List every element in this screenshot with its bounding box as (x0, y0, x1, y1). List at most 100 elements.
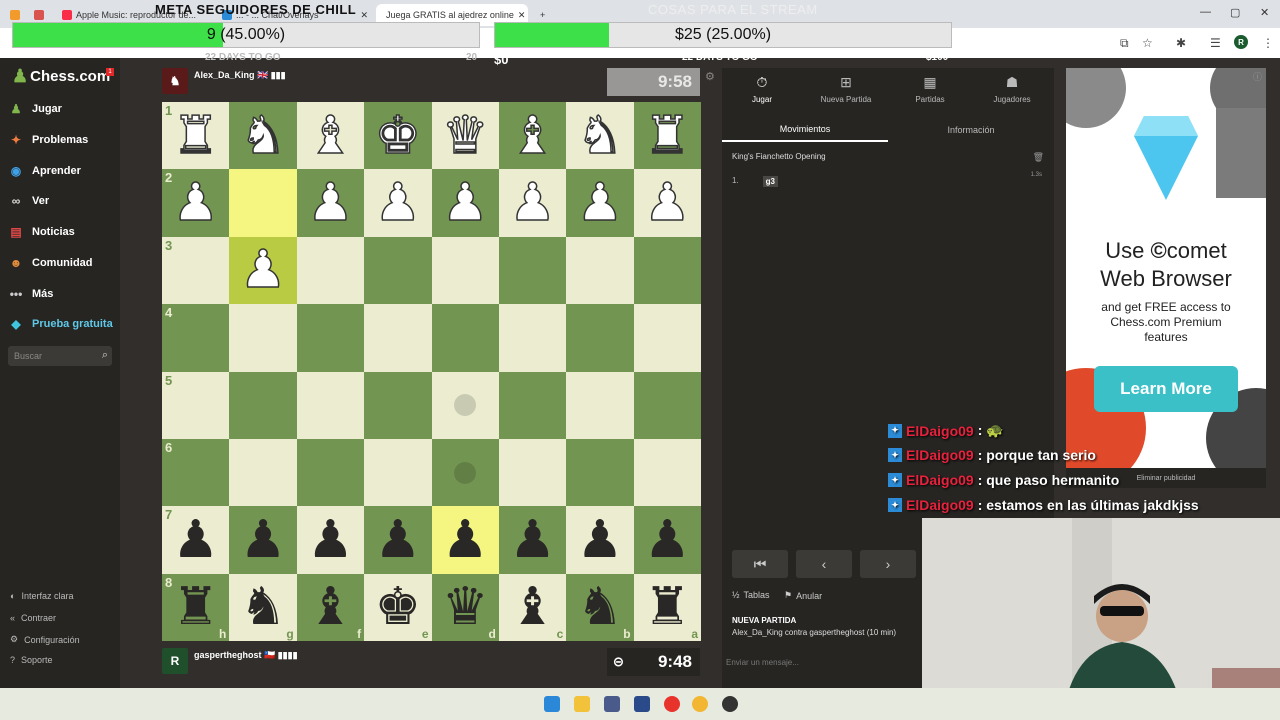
board-square[interactable] (633, 371, 701, 439)
board-square[interactable]: ♚ e (364, 573, 432, 641)
board-square[interactable]: ♟ (229, 506, 297, 574)
black-pawn-piece[interactable]: ♟ (172, 514, 219, 566)
maximize-icon[interactable]: ▢ (1230, 6, 1240, 19)
board-square[interactable] (566, 236, 634, 305)
board-square[interactable] (431, 371, 499, 439)
board-square[interactable]: ♛ (431, 102, 499, 170)
board-square[interactable]: ♟ (498, 506, 567, 574)
abort-button[interactable]: ⚑ Anular (784, 590, 822, 601)
chrome-icon[interactable] (692, 696, 708, 712)
legal-move-dot[interactable] (454, 394, 477, 417)
white-pawn-piece[interactable]: ♟ (306, 176, 354, 230)
black-knight-piece[interactable]: ♞ (577, 581, 624, 633)
board-square[interactable]: ♟ (296, 169, 365, 237)
obs-icon[interactable] (722, 696, 738, 712)
board-square[interactable] (364, 304, 432, 372)
editor-icon[interactable] (634, 696, 650, 712)
board-square[interactable]: ♝ (498, 102, 567, 170)
board-square[interactable]: ♜ a (633, 573, 701, 641)
black-pawn-piece[interactable]: ♟ (644, 514, 691, 566)
black-pawn-piece[interactable]: ♟ (307, 514, 354, 566)
board-square[interactable]: ♚ (364, 102, 432, 170)
tab-jugar[interactable]: ⏱ Jugar (722, 74, 802, 104)
board-square[interactable]: ♟ (633, 506, 701, 574)
close-icon[interactable]: ✕ (518, 10, 526, 21)
white-king-piece[interactable]: ♚ (374, 109, 422, 163)
board-square[interactable]: ♝ f (296, 573, 365, 641)
board-square[interactable]: ♞ (229, 102, 297, 170)
board-square[interactable]: ♟ (296, 506, 365, 574)
tab-movimientos[interactable]: Movimientos (722, 118, 888, 142)
white-pawn-piece[interactable]: ♟ (239, 244, 287, 298)
board-square[interactable]: 3 (162, 236, 230, 305)
board-square[interactable] (566, 438, 634, 507)
sidebar-item-ver[interactable]: ∞ Ver (8, 193, 49, 209)
board-square[interactable]: ♟ (566, 169, 634, 237)
board-square[interactable]: 4 (162, 304, 230, 372)
black-pawn-piece[interactable]: ♟ (240, 514, 287, 566)
board-square[interactable] (229, 304, 297, 372)
bottom-player[interactable]: R gaspertheghost 🇨🇱 ▮▮▮▮ (162, 648, 298, 674)
sidebar-item-aprender[interactable]: ◉ Aprender (8, 163, 81, 179)
board-square[interactable] (431, 438, 499, 507)
board-square[interactable] (498, 236, 567, 305)
board-square[interactable]: 5 (162, 371, 230, 439)
install-icon[interactable]: ⧉ (1120, 36, 1129, 51)
board-square[interactable]: ♟ (566, 506, 634, 574)
profile-avatar[interactable]: R (1234, 35, 1248, 49)
windows-start-icon[interactable] (544, 696, 560, 712)
menu-icon[interactable]: ⋮ (1262, 36, 1274, 50)
tab-partidas[interactable]: ▦ Partidas (890, 74, 970, 104)
board-square[interactable] (296, 236, 365, 305)
search-input[interactable]: Buscar ⌕ (8, 346, 112, 366)
board-square[interactable]: ♟ 2 (162, 169, 230, 237)
white-pawn-piece[interactable]: ♟ (172, 176, 220, 230)
board-square[interactable]: ♟ (431, 169, 499, 237)
white-knight-piece[interactable]: ♞ (576, 109, 624, 163)
board-square[interactable]: ♝ c (498, 573, 567, 641)
board-square[interactable] (566, 371, 634, 439)
search-icon[interactable]: ⌕ (102, 349, 108, 362)
top-player[interactable]: ♞ Alex_Da_King 🇬🇧 ▮▮▮ (162, 68, 286, 94)
board-square[interactable] (633, 304, 701, 372)
opera-icon[interactable] (664, 696, 680, 712)
tab-jugadores[interactable]: ☗ Jugadores (972, 74, 1052, 104)
board-square[interactable]: ♞ g (229, 573, 297, 641)
black-rook-piece[interactable]: ♜ (172, 581, 219, 633)
board-square[interactable]: ♜ 1 (162, 102, 230, 170)
notification-badge[interactable]: 1 (106, 68, 114, 76)
board-square[interactable]: ♞ b (566, 573, 634, 641)
draw-button[interactable]: ½ Tablas (732, 590, 770, 600)
white-knight-piece[interactable]: ♞ (239, 109, 287, 163)
sidebar-item-comunidad[interactable]: ☻ Comunidad (8, 255, 93, 271)
board-square[interactable]: ♜ 8 h (162, 573, 230, 641)
sidebar-item-noticias[interactable]: ▤ Noticias (8, 224, 74, 240)
board-square[interactable] (498, 304, 567, 372)
first-move-button[interactable]: ⏮ (732, 550, 788, 578)
chess-logo[interactable]: ♟ Chess.com (12, 66, 110, 87)
board-square[interactable]: ♛ d (431, 573, 499, 641)
ad-banner[interactable]: Use ©comet Web Browser and get FREE acce… (1066, 68, 1266, 468)
legal-move-dot[interactable] (454, 461, 477, 484)
app-icon[interactable] (604, 696, 620, 712)
board-square[interactable] (229, 169, 297, 237)
board-square[interactable] (364, 236, 432, 305)
board-square[interactable]: ♟ (229, 236, 297, 305)
white-rook-piece[interactable]: ♜ (643, 109, 691, 163)
board-square[interactable] (229, 438, 297, 507)
close-icon[interactable]: ✕ (360, 10, 368, 21)
white-rook-piece[interactable]: ♜ (172, 109, 220, 163)
board-square[interactable] (364, 438, 432, 507)
next-move-button[interactable]: › (860, 550, 916, 578)
board-square[interactable]: ♟ 7 (162, 506, 230, 574)
board-square[interactable]: ♜ (633, 102, 701, 170)
sidebar-light-mode[interactable]: ◐ Interfaz clara (10, 591, 73, 601)
tab-nueva-partida[interactable]: ⊞ Nueva Partida (806, 74, 886, 104)
board-square[interactable]: ♟ (364, 169, 432, 237)
white-pawn-piece[interactable]: ♟ (374, 176, 422, 230)
tab-informacion[interactable]: Información (888, 118, 1054, 142)
bookmark-star-icon[interactable]: ☆ (1142, 36, 1153, 50)
board-square[interactable] (498, 438, 567, 507)
board-square[interactable]: ♞ (566, 102, 634, 170)
ad-close-icon[interactable]: ⓘ (1253, 70, 1262, 83)
